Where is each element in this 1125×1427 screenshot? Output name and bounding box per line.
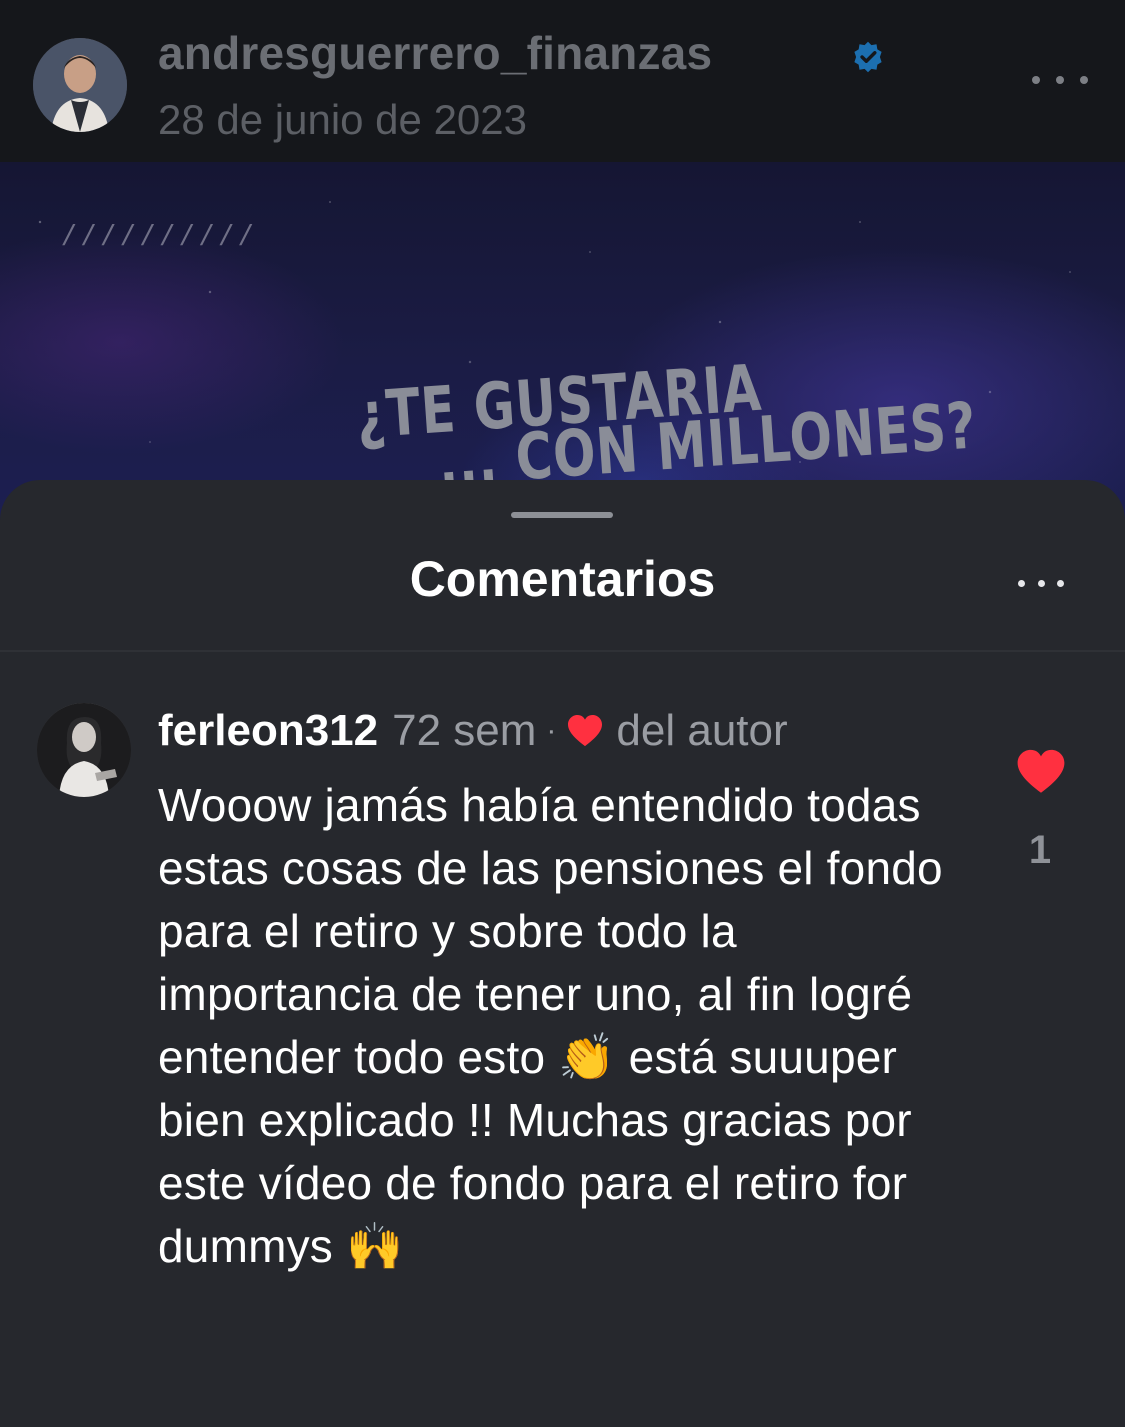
post-media[interactable]: ////////// ¿TE GUSTARIA ... CON MILLONES… xyxy=(0,162,1125,522)
post-more-options-icon[interactable] xyxy=(1032,62,1088,98)
meta-separator: · xyxy=(546,714,557,747)
comments-sheet: Comentarios ferleon312 72 sem · del auto… xyxy=(0,480,1125,1427)
post-date: 28 de junio de 2023 xyxy=(158,96,527,143)
comment-meta: ferleon312 72 sem · del autor xyxy=(158,706,788,756)
comment-username[interactable]: ferleon312 xyxy=(158,706,378,756)
sheet-title: Comentarios xyxy=(409,551,716,607)
author-username[interactable]: andresguerrero_finanzas xyxy=(158,26,712,80)
comment-time: 72 sem xyxy=(392,706,537,755)
commenter-avatar-image xyxy=(37,703,131,797)
post-header: andresguerrero_finanzas 28 de junio de 2… xyxy=(0,0,1125,162)
media-decoration: ////////// xyxy=(62,220,259,250)
author-avatar-image xyxy=(33,38,127,132)
sheet-drag-handle[interactable] xyxy=(511,512,613,518)
comment-like-count[interactable]: 1 xyxy=(1010,828,1070,873)
commenter-avatar[interactable] xyxy=(37,703,131,797)
sheet-more-options-icon[interactable] xyxy=(1018,577,1064,589)
liked-by-author-label: del autor xyxy=(616,706,788,755)
sheet-divider xyxy=(0,650,1125,652)
author-avatar[interactable] xyxy=(33,38,127,132)
verified-badge-icon xyxy=(854,41,882,73)
comment-like-heart-icon[interactable] xyxy=(1015,748,1067,796)
comment-text: Wooow jamás había entendido todas estas … xyxy=(158,779,943,1272)
instagram-comments-screen: andresguerrero_finanzas 28 de junio de 2… xyxy=(0,0,1125,1427)
author-liked-heart-icon xyxy=(568,714,603,747)
